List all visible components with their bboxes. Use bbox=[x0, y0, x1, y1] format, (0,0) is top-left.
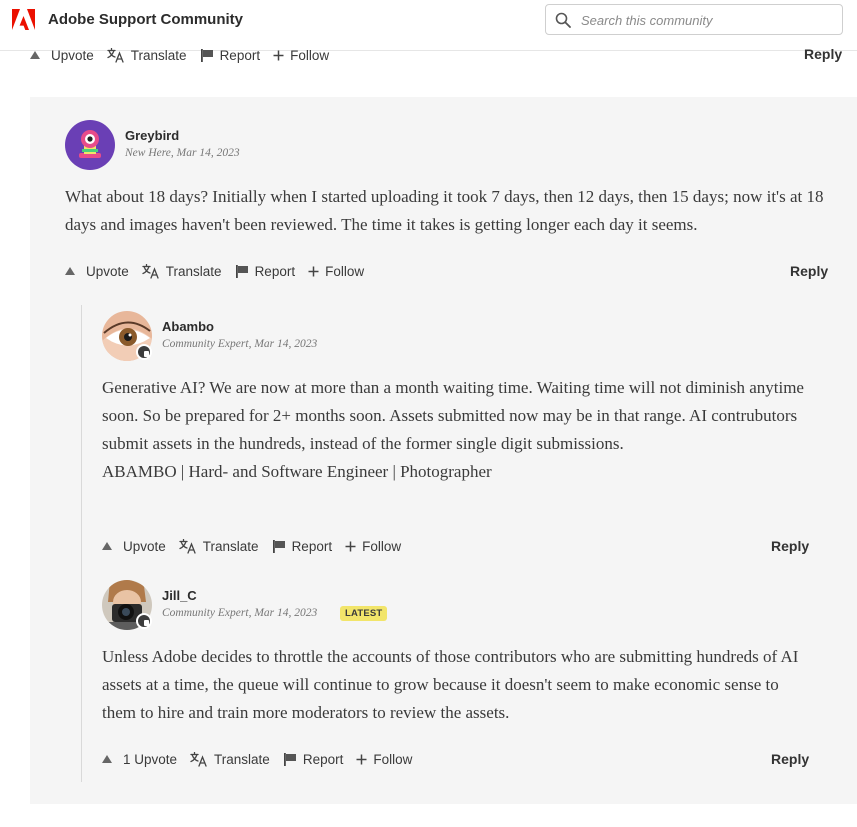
author-name[interactable]: Jill_C bbox=[162, 588, 197, 603]
upvote-button[interactable]: Upvote bbox=[102, 539, 166, 554]
reply-button[interactable]: Reply bbox=[804, 46, 842, 62]
post-date: Mar 14, 2023 bbox=[176, 147, 240, 159]
site-header: Adobe Support Community bbox=[0, 0, 857, 51]
report-label: Report bbox=[219, 47, 261, 63]
author-meta: Community Expert, Mar 14, 2023 bbox=[162, 338, 318, 350]
report-flag-icon bbox=[272, 540, 285, 553]
author-meta: Community Expert, Mar 14, 2023 bbox=[162, 607, 318, 619]
reply-thread-card: Greybird New Here, Mar 14, 2023 What abo… bbox=[30, 97, 857, 804]
latest-badge: LATEST bbox=[340, 606, 388, 621]
upvote-button[interactable]: 1 Upvote bbox=[102, 752, 177, 767]
report-button[interactable]: Report bbox=[272, 538, 333, 554]
report-flag-icon bbox=[200, 49, 213, 62]
post-text: Generative AI? We are now at more than a… bbox=[102, 378, 804, 453]
translate-button[interactable]: Translate bbox=[142, 263, 222, 279]
upvote-label: Upvote bbox=[51, 47, 94, 63]
translate-label: Translate bbox=[165, 263, 222, 279]
follow-label: Follow bbox=[373, 751, 413, 767]
search-icon bbox=[555, 12, 571, 28]
post-actions: 1 Upvote Translate Report Follow bbox=[102, 749, 425, 769]
expert-badge-icon bbox=[136, 613, 152, 629]
previous-post-actions: Upvote Translate Report Follow bbox=[30, 45, 342, 65]
post-date: Mar 14, 2023 bbox=[254, 338, 318, 350]
follow-plus-icon bbox=[273, 50, 284, 60]
author-meta: New Here, Mar 14, 2023 bbox=[125, 147, 240, 159]
post-date: Mar 14, 2023 bbox=[254, 607, 318, 619]
post-actions: Upvote Translate Report Follow bbox=[102, 536, 414, 556]
expert-badge-icon bbox=[136, 344, 152, 360]
follow-plus-icon bbox=[356, 754, 367, 764]
post-actions: Upvote Translate Report Follow bbox=[65, 261, 377, 281]
follow-button[interactable]: Follow bbox=[356, 752, 412, 767]
upvote-label: 1 Upvote bbox=[123, 751, 178, 767]
upvote-button[interactable]: Upvote bbox=[30, 48, 94, 63]
post-text: Unless Adobe decides to throttle the acc… bbox=[102, 647, 799, 722]
upvote-label: Upvote bbox=[123, 538, 166, 554]
author-rank: Community Expert bbox=[162, 338, 249, 350]
follow-button[interactable]: Follow bbox=[273, 48, 329, 63]
follow-button[interactable]: Follow bbox=[345, 539, 401, 554]
author-name[interactable]: Abambo bbox=[162, 319, 214, 334]
follow-label: Follow bbox=[325, 263, 365, 279]
avatar[interactable] bbox=[65, 120, 115, 170]
upvote-icon bbox=[102, 755, 112, 763]
translate-icon bbox=[142, 263, 159, 279]
translate-icon bbox=[190, 751, 207, 767]
translate-label: Translate bbox=[214, 751, 270, 767]
report-label: Report bbox=[302, 751, 344, 767]
post-body: Generative AI? We are now at more than a… bbox=[102, 374, 812, 486]
translate-button[interactable]: Translate bbox=[107, 47, 187, 63]
report-label: Report bbox=[254, 263, 296, 279]
follow-plus-icon bbox=[345, 541, 356, 551]
greybird-avatar-image bbox=[65, 120, 115, 170]
author-rank: New Here bbox=[125, 147, 171, 159]
post-text: What about 18 days? Initially when I sta… bbox=[65, 187, 824, 234]
upvote-icon bbox=[102, 542, 112, 550]
search-box[interactable] bbox=[545, 4, 843, 35]
reply-button[interactable]: Reply bbox=[771, 538, 809, 554]
report-flag-icon bbox=[283, 753, 296, 766]
report-button[interactable]: Report bbox=[200, 47, 261, 63]
post-body: Unless Adobe decides to throttle the acc… bbox=[102, 643, 812, 727]
author-name[interactable]: Greybird bbox=[125, 128, 179, 143]
upvote-label: Upvote bbox=[86, 263, 129, 279]
translate-label: Translate bbox=[202, 538, 259, 554]
translate-icon bbox=[107, 47, 124, 63]
follow-label: Follow bbox=[290, 47, 330, 63]
translate-label: Translate bbox=[130, 47, 187, 63]
translate-button[interactable]: Translate bbox=[190, 751, 270, 767]
report-button[interactable]: Report bbox=[235, 263, 296, 279]
thread-divider bbox=[81, 305, 82, 782]
post-body: What about 18 days? Initially when I sta… bbox=[65, 183, 845, 239]
report-label: Report bbox=[291, 538, 333, 554]
search-input[interactable] bbox=[581, 10, 831, 30]
post-signature: ABAMBO | Hard- and Software Engineer | P… bbox=[102, 462, 492, 481]
upvote-icon bbox=[30, 51, 40, 59]
adobe-logo[interactable] bbox=[12, 9, 35, 30]
follow-button[interactable]: Follow bbox=[308, 264, 364, 279]
translate-icon bbox=[179, 538, 196, 554]
reply-button[interactable]: Reply bbox=[790, 263, 828, 279]
follow-label: Follow bbox=[362, 538, 402, 554]
report-flag-icon bbox=[235, 265, 248, 278]
upvote-button[interactable]: Upvote bbox=[65, 264, 129, 279]
report-button[interactable]: Report bbox=[283, 751, 344, 767]
author-rank: Community Expert bbox=[162, 607, 249, 619]
site-title[interactable]: Adobe Support Community bbox=[48, 11, 243, 28]
reply-button[interactable]: Reply bbox=[771, 751, 809, 767]
follow-plus-icon bbox=[308, 266, 319, 276]
upvote-icon bbox=[65, 267, 75, 275]
translate-button[interactable]: Translate bbox=[179, 538, 259, 554]
